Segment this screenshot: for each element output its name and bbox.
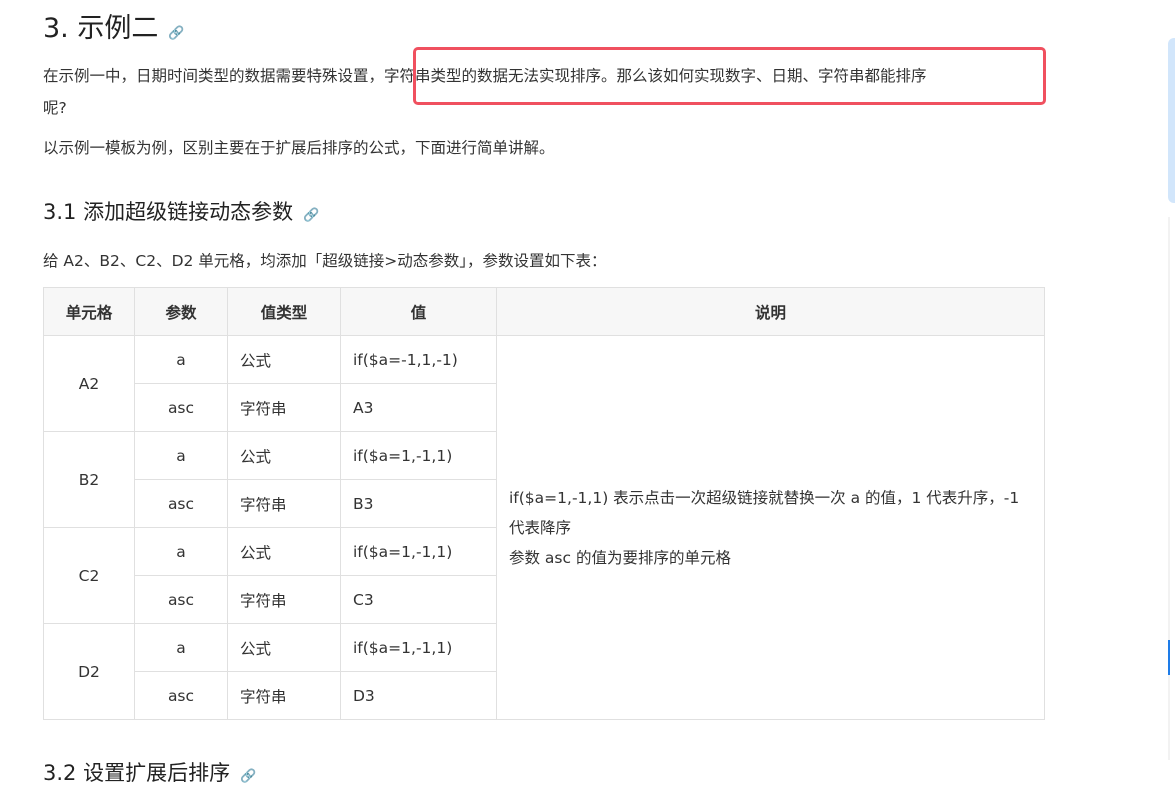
param-cell: a — [134, 335, 228, 384]
value-cell: if($a=-1,1,-1) — [340, 335, 497, 384]
param-cell: asc — [134, 575, 228, 624]
value-cell: D3 — [340, 671, 497, 720]
subsection-heading-3-2: 3.2 设置扩展后排序 🔗 — [43, 757, 256, 787]
subheading-text: 3.2 设置扩展后排序 — [43, 761, 231, 785]
param-cell: asc — [134, 671, 228, 720]
type-cell: 字符串 — [227, 671, 341, 720]
cell-name: C2 — [43, 527, 135, 624]
table-header-row: 单元格 参数 值类型 值 说明 — [43, 287, 1045, 336]
param-cell: a — [134, 527, 228, 576]
type-cell: 字符串 — [227, 575, 341, 624]
side-card[interactable] — [1168, 38, 1175, 203]
subheading-text: 3.1 添加超级链接动态参数 — [43, 200, 294, 224]
toc-active-indicator — [1168, 640, 1170, 675]
type-cell: 公式 — [227, 527, 341, 576]
type-cell: 字符串 — [227, 479, 341, 528]
header-type: 值类型 — [227, 287, 341, 336]
cell-name: B2 — [43, 431, 135, 528]
value-cell: C3 — [340, 575, 497, 624]
value-cell: if($a=1,-1,1) — [340, 527, 497, 576]
cell-name: A2 — [43, 335, 135, 432]
desc-line-2: 参数 asc 的值为要排序的单元格 — [509, 548, 731, 567]
type-cell: 字符串 — [227, 383, 341, 432]
desc-line-1: if($a=1,-1,1) 表示点击一次超级链接就替换一次 a 的值，1 代表升… — [509, 488, 1020, 537]
anchor-link-icon[interactable]: 🔗 — [303, 208, 319, 223]
desc-cell: if($a=1,-1,1) 表示点击一次超级链接就替换一次 a 的值，1 代表升… — [496, 335, 1045, 720]
value-cell: A3 — [340, 383, 497, 432]
header-desc: 说明 — [496, 287, 1045, 336]
value-cell: if($a=1,-1,1) — [340, 431, 497, 480]
type-cell: 公式 — [227, 623, 341, 672]
cell-name: D2 — [43, 623, 135, 720]
highlight-box — [413, 47, 1046, 105]
toc-track[interactable] — [1168, 217, 1170, 760]
paragraph-example: 以示例一模板为例，区别主要在于扩展后排序的公式，下面进行简单讲解。 — [43, 139, 555, 157]
header-param: 参数 — [134, 287, 228, 336]
type-cell: 公式 — [227, 335, 341, 384]
param-cell: asc — [134, 479, 228, 528]
table-row: A2 a 公式 if($a=-1,1,-1) if($a=1,-1,1) 表示点击一次超… — [43, 335, 1045, 720]
header-cell: 单元格 — [43, 287, 135, 336]
type-cell: 公式 — [227, 431, 341, 480]
value-cell: if($a=1,-1,1) — [340, 623, 497, 672]
params-table: 单元格 参数 值类型 值 说明 A2 a 公式 if($a=-1,1,-1) if($a… — [43, 287, 1045, 720]
value-cell: B3 — [340, 479, 497, 528]
anchor-link-icon[interactable]: 🔗 — [240, 769, 256, 784]
heading-text: 3. 示例二 — [43, 13, 159, 44]
header-value: 值 — [340, 287, 497, 336]
paragraph-table-intro: 给 A2、B2、C2、D2 单元格，均添加「超级链接>动态参数」，参数设置如下表… — [43, 252, 607, 270]
anchor-link-icon[interactable]: 🔗 — [168, 26, 184, 41]
subsection-heading-3-1: 3.1 添加超级链接动态参数 🔗 — [43, 196, 319, 226]
section-heading: 3. 示例二 🔗 — [43, 6, 185, 45]
paragraph-intro-cont: 呢? — [43, 99, 67, 117]
param-cell: asc — [134, 383, 228, 432]
param-cell: a — [134, 431, 228, 480]
param-cell: a — [134, 623, 228, 672]
